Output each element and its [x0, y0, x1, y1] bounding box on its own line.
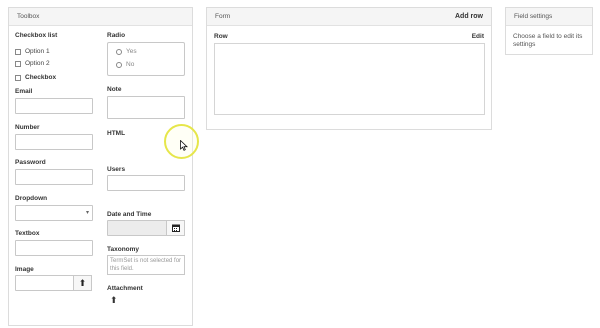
radio-option-no[interactable]: No	[116, 61, 134, 68]
taxonomy-message: TermSet is not selected for this field.	[107, 255, 185, 275]
checkbox-icon[interactable]	[15, 48, 21, 55]
radio-group: Yes No	[107, 42, 185, 76]
toolbox-panel: Toolbox Checkbox list Option 1 Option 2 …	[8, 7, 193, 326]
number-label[interactable]: Number	[15, 124, 40, 131]
textbox-field[interactable]	[15, 240, 93, 256]
dropdown-select[interactable]	[15, 205, 93, 221]
edit-row-button[interactable]: Edit	[472, 33, 484, 40]
users-label[interactable]: Users	[107, 166, 125, 173]
calendar-button[interactable]	[166, 220, 185, 236]
email-label[interactable]: Email	[15, 88, 32, 95]
checkbox-list-option-2[interactable]: Option 2	[15, 60, 50, 67]
calendar-icon	[171, 224, 180, 232]
row-drop-area[interactable]	[214, 43, 485, 115]
image-field[interactable]	[15, 275, 74, 291]
checkbox-icon[interactable]	[15, 74, 21, 81]
field-settings-title: Field settings	[514, 13, 553, 20]
password-label[interactable]: Password	[15, 159, 46, 166]
form-title: Form	[215, 13, 231, 20]
dropdown-label[interactable]: Dropdown	[15, 195, 47, 202]
number-field[interactable]	[15, 134, 93, 150]
radio-icon[interactable]	[116, 61, 122, 68]
date-time-label[interactable]: Date and Time	[107, 211, 151, 218]
radio-label[interactable]: Radio	[107, 32, 125, 39]
note-textarea[interactable]	[107, 96, 185, 119]
checkbox-icon[interactable]	[15, 60, 21, 67]
option-label: Option 2	[25, 60, 50, 67]
form-panel: Form Add row Row Edit	[206, 7, 492, 130]
image-upload-button[interactable]: ⬆	[73, 275, 92, 291]
radio-option-label: Yes	[126, 48, 137, 55]
password-field[interactable]	[15, 169, 93, 185]
option-label: Option 1	[25, 48, 50, 55]
image-label[interactable]: Image	[15, 266, 34, 273]
checkbox-list-option-1[interactable]: Option 1	[15, 48, 50, 55]
checkbox-list-label[interactable]: Checkbox list	[15, 32, 57, 39]
radio-option-label: No	[126, 61, 135, 68]
mouse-cursor-icon	[180, 140, 188, 151]
form-header: Form Add row	[207, 8, 491, 26]
note-label[interactable]: Note	[107, 86, 121, 93]
taxonomy-label[interactable]: Taxonomy	[107, 246, 139, 253]
users-field[interactable]	[107, 175, 185, 191]
date-time-field[interactable]	[107, 220, 167, 236]
email-field[interactable]	[15, 98, 93, 114]
add-row-button[interactable]: Add row	[455, 13, 483, 20]
toolbox-header: Toolbox	[9, 8, 192, 26]
field-settings-message: Choose a field to edit its settings	[513, 33, 583, 48]
toolbox-title: Toolbox	[17, 13, 40, 20]
radio-option-yes[interactable]: Yes	[116, 48, 137, 55]
checkbox-field[interactable]: Checkbox	[15, 74, 56, 81]
checkbox-label: Checkbox	[25, 74, 57, 81]
textbox-label[interactable]: Textbox	[15, 230, 39, 237]
field-settings-panel: Field settings Choose a field to edit it…	[505, 7, 593, 55]
row-label: Row	[214, 33, 228, 40]
field-settings-header: Field settings	[506, 8, 592, 26]
upload-icon: ⬆	[78, 277, 87, 288]
attachment-upload-icon[interactable]: ⬆	[110, 296, 118, 305]
radio-icon[interactable]	[116, 48, 122, 55]
attachment-label[interactable]: Attachment	[107, 285, 143, 292]
html-label[interactable]: HTML	[107, 130, 125, 137]
